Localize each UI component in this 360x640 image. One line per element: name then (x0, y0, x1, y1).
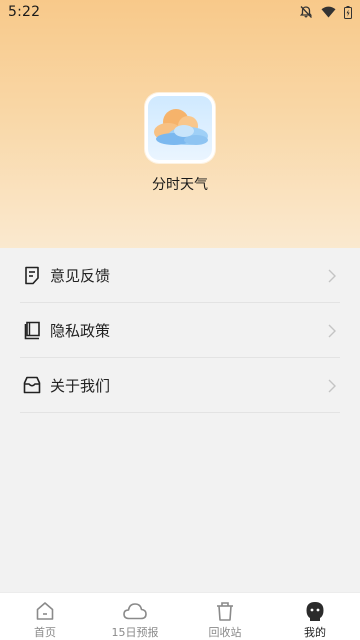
tab-recycle-bin[interactable]: 回收站 (180, 593, 270, 640)
tab-home[interactable]: 首页 (0, 593, 90, 640)
chevron-right-icon (328, 378, 336, 397)
status-icons (299, 5, 352, 19)
status-bar: 5:22 (0, 0, 360, 24)
tab-profile[interactable]: 我的 (270, 593, 360, 640)
home-icon (35, 600, 55, 622)
profile-header: 5:22 分时天气 (0, 0, 360, 248)
tab-label-recycle-bin: 回收站 (208, 626, 242, 639)
menu-label-privacy-policy: 隐私政策 (50, 321, 111, 340)
menu-item-privacy-policy[interactable]: 隐私政策 (20, 303, 340, 358)
bottom-tab-bar: 首页 15日预报 回收站 我的 (0, 592, 360, 640)
tab-label-profile: 我的 (304, 626, 326, 639)
wifi-icon (321, 6, 336, 18)
notifications-off-icon (299, 5, 313, 19)
battery-icon (344, 5, 352, 19)
app-logo (145, 93, 215, 163)
status-time: 5:22 (8, 4, 41, 20)
menu-item-about-us[interactable]: 关于我们 (20, 358, 340, 413)
trash-icon (215, 600, 235, 622)
settings-menu: 意见反馈 隐私政策 关于我们 (20, 248, 340, 413)
chevron-right-icon (328, 268, 336, 287)
feedback-icon (22, 265, 42, 285)
menu-label-feedback: 意见反馈 (50, 266, 111, 285)
book-icon (22, 320, 42, 340)
menu-item-feedback[interactable]: 意见反馈 (20, 248, 340, 303)
tab-label-home: 首页 (34, 626, 56, 639)
menu-label-about-us: 关于我们 (50, 376, 111, 395)
tab-15-day-forecast[interactable]: 15日预报 (90, 593, 180, 640)
chevron-right-icon (328, 323, 336, 342)
inbox-icon (22, 375, 42, 395)
profile-icon (305, 600, 325, 622)
tab-label-15-day-forecast: 15日预报 (111, 626, 159, 639)
cloud-icon (122, 600, 148, 622)
app-name: 分时天气 (152, 177, 208, 193)
